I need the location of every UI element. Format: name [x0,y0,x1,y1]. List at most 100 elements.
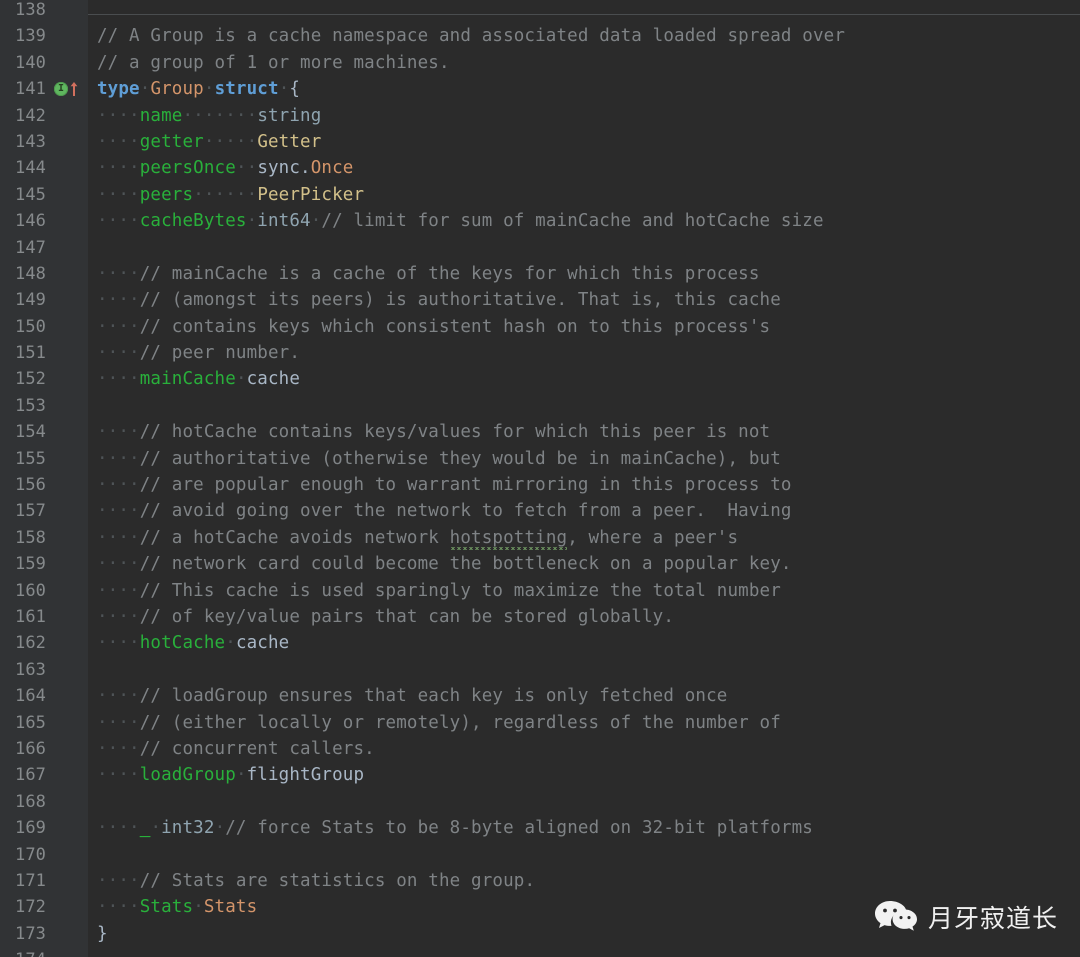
code-line-145[interactable]: ····peers······PeerPicker [97,182,1080,208]
gutter-line-173[interactable]: 173 [0,921,88,947]
code-line-160[interactable]: ····// This cache is used sparingly to m… [97,578,1080,604]
code-line-143[interactable]: ····getter·····Getter [97,129,1080,155]
gutter-line-143[interactable]: 143 [0,129,88,155]
code-line-172[interactable]: ····Stats·Stats [97,894,1080,920]
code-line-169[interactable]: ····_·int32·// force Stats to be 8-byte … [97,815,1080,841]
code-line-161[interactable]: ····// of key/value pairs that can be st… [97,604,1080,630]
code-line-173[interactable]: } [97,921,1080,947]
gutter-line-167[interactable]: 167 [0,762,88,788]
line-number: 153 [14,395,46,416]
gutter-line-146[interactable]: 146 [0,208,88,234]
code-line-167[interactable]: ····loadGroup·flightGroup [97,762,1080,788]
gutter-line-141[interactable]: 141 [0,76,88,102]
gutter-line-152[interactable]: 152 [0,366,88,392]
code-line-146[interactable]: ····cacheBytes·int64·// limit for sum of… [97,208,1080,234]
gutter-line-157[interactable]: 157 [0,498,88,524]
gutter-line-155[interactable]: 155 [0,446,88,472]
token-typ: Group [150,79,204,100]
line-number: 158 [14,527,46,548]
code-line-156[interactable]: ····// are popular enough to warrant mir… [97,472,1080,498]
code-line-151[interactable]: ····// peer number. [97,340,1080,366]
gutter-marker-slot [46,498,88,524]
line-number: 149 [14,290,46,311]
code-line-153[interactable] [97,393,1080,419]
code-region-separator [88,14,1080,15]
token-cmt: // loadGroup ensures that each key is on… [139,686,728,707]
code-line-138[interactable] [97,0,1080,23]
gutter-line-171[interactable]: 171 [0,868,88,894]
gutter-line-148[interactable]: 148 [0,261,88,287]
code-line-171[interactable]: ····// Stats are statistics on the group… [97,868,1080,894]
gutter-line-166[interactable]: 166 [0,736,88,762]
line-number: 157 [14,501,46,522]
gutter-line-161[interactable]: 161 [0,604,88,630]
implemented-interface-icon[interactable] [54,80,84,98]
gutter-line-145[interactable]: 145 [0,182,88,208]
line-number: 141 [14,79,46,100]
gutter-marker-slot [46,50,88,76]
token-ws: ···· [97,369,140,390]
token-kw: struct [214,79,279,100]
gutter-line-168[interactable]: 168 [0,789,88,815]
code-line-165[interactable]: ····// (either locally or remotely), reg… [97,710,1080,736]
code-line-174[interactable] [97,947,1080,957]
gutter-line-149[interactable]: 149 [0,287,88,313]
gutter-line-170[interactable]: 170 [0,842,88,868]
token-ws: · [278,79,290,100]
token-plain: flightGroup [246,765,365,786]
code-line-163[interactable] [97,657,1080,683]
gutter-line-164[interactable]: 164 [0,683,88,709]
gutter-line-159[interactable]: 159 [0,551,88,577]
code-line-141[interactable]: type·Group·struct·{ [97,76,1080,102]
gutter-line-160[interactable]: 160 [0,578,88,604]
gutter-line-138[interactable]: 138 [0,0,88,23]
code-line-148[interactable]: ····// mainCache is a cache of the keys … [97,261,1080,287]
code-line-142[interactable]: ····name·······string [97,103,1080,129]
gutter-line-163[interactable]: 163 [0,657,88,683]
code-line-149[interactable]: ····// (amongst its peers) is authoritat… [97,287,1080,313]
line-number: 167 [14,765,46,786]
gutter-line-154[interactable]: 154 [0,419,88,445]
gutter-line-139[interactable]: 139 [0,23,88,49]
line-number-gutter[interactable]: 138 139 140 141 142 143 144 145 146 147 148 149 150 1… [0,0,88,957]
code-line-168[interactable] [97,789,1080,815]
token-cmt: // a hotCache avoids network [139,527,450,548]
code-line-155[interactable]: ····// authoritative (otherwise they wou… [97,446,1080,472]
code-line-164[interactable]: ····// loadGroup ensures that each key i… [97,683,1080,709]
gutter-line-147[interactable]: 147 [0,235,88,261]
code-line-158[interactable]: ····// a hotCache avoids network hotspot… [97,525,1080,551]
gutter-line-174[interactable]: 174 [0,947,88,957]
code-line-157[interactable]: ····// avoid going over the network to f… [97,498,1080,524]
gutter-line-142[interactable]: 142 [0,103,88,129]
gutter-line-150[interactable]: 150 [0,314,88,340]
token-plain: cache [246,369,301,390]
token-cmt: hotspotting [449,527,568,548]
code-line-147[interactable] [97,235,1080,261]
gutter-line-158[interactable]: 158 [0,525,88,551]
code-line-144[interactable]: ····peersOnce··sync.Once [97,155,1080,181]
token-ws: ···· [97,158,140,179]
gutter-line-144[interactable]: 144 [0,155,88,181]
gutter-line-156[interactable]: 156 [0,472,88,498]
code-line-150[interactable]: ····// contains keys which consistent ha… [97,314,1080,340]
token-fld: hotCache [139,633,226,654]
gutter-line-169[interactable]: 169 [0,815,88,841]
gutter-line-162[interactable]: 162 [0,630,88,656]
gutter-line-151[interactable]: 151 [0,340,88,366]
gutter-line-153[interactable]: 153 [0,393,88,419]
code-line-162[interactable]: ····hotCache·cache [97,630,1080,656]
code-editor[interactable]: 138 139 140 141 142 143 144 145 146 147 148 149 150 1… [0,0,1080,957]
gutter-line-140[interactable]: 140 [0,50,88,76]
code-line-170[interactable] [97,842,1080,868]
code-line-159[interactable]: ····// network card could become the bot… [97,551,1080,577]
line-number: 154 [14,422,46,443]
code-content-area[interactable]: // A Group is a cache namespace and asso… [88,0,1080,957]
code-line-152[interactable]: ····mainCache·cache [97,366,1080,392]
gutter-line-165[interactable]: 165 [0,710,88,736]
token-plain: sync. [257,158,311,179]
code-line-139[interactable]: // A Group is a cache namespace and asso… [97,23,1080,49]
gutter-line-172[interactable]: 172 [0,894,88,920]
code-line-166[interactable]: ····// concurrent callers. [97,736,1080,762]
code-line-154[interactable]: ····// hotCache contains keys/values for… [97,419,1080,445]
code-line-140[interactable]: // a group of 1 or more machines. [97,50,1080,76]
